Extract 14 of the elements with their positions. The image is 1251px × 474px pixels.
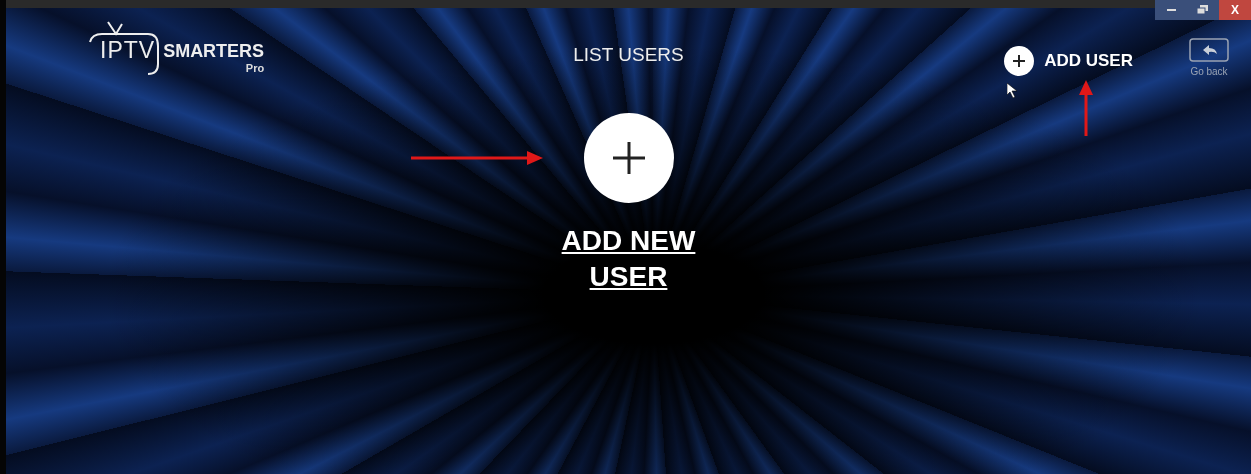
plus-icon <box>1004 46 1035 76</box>
add-user-button[interactable]: ADD USER <box>1004 46 1133 76</box>
mouse-cursor-icon <box>1007 83 1017 98</box>
tv-logo-icon <box>86 20 162 76</box>
add-new-user-link[interactable]: ADD NEW USER <box>543 223 714 295</box>
logo-edition: Pro <box>245 62 265 74</box>
logo-text: IPTV <box>100 37 156 64</box>
minimize-button[interactable] <box>1155 0 1187 20</box>
restore-button[interactable] <box>1187 0 1219 20</box>
logo-brand: SMARTERS <box>163 41 265 62</box>
arrow-annotation <box>1079 80 1093 136</box>
page-title: LIST USERS <box>573 43 684 66</box>
restore-icon <box>1197 5 1209 15</box>
close-button[interactable]: X <box>1219 0 1251 20</box>
